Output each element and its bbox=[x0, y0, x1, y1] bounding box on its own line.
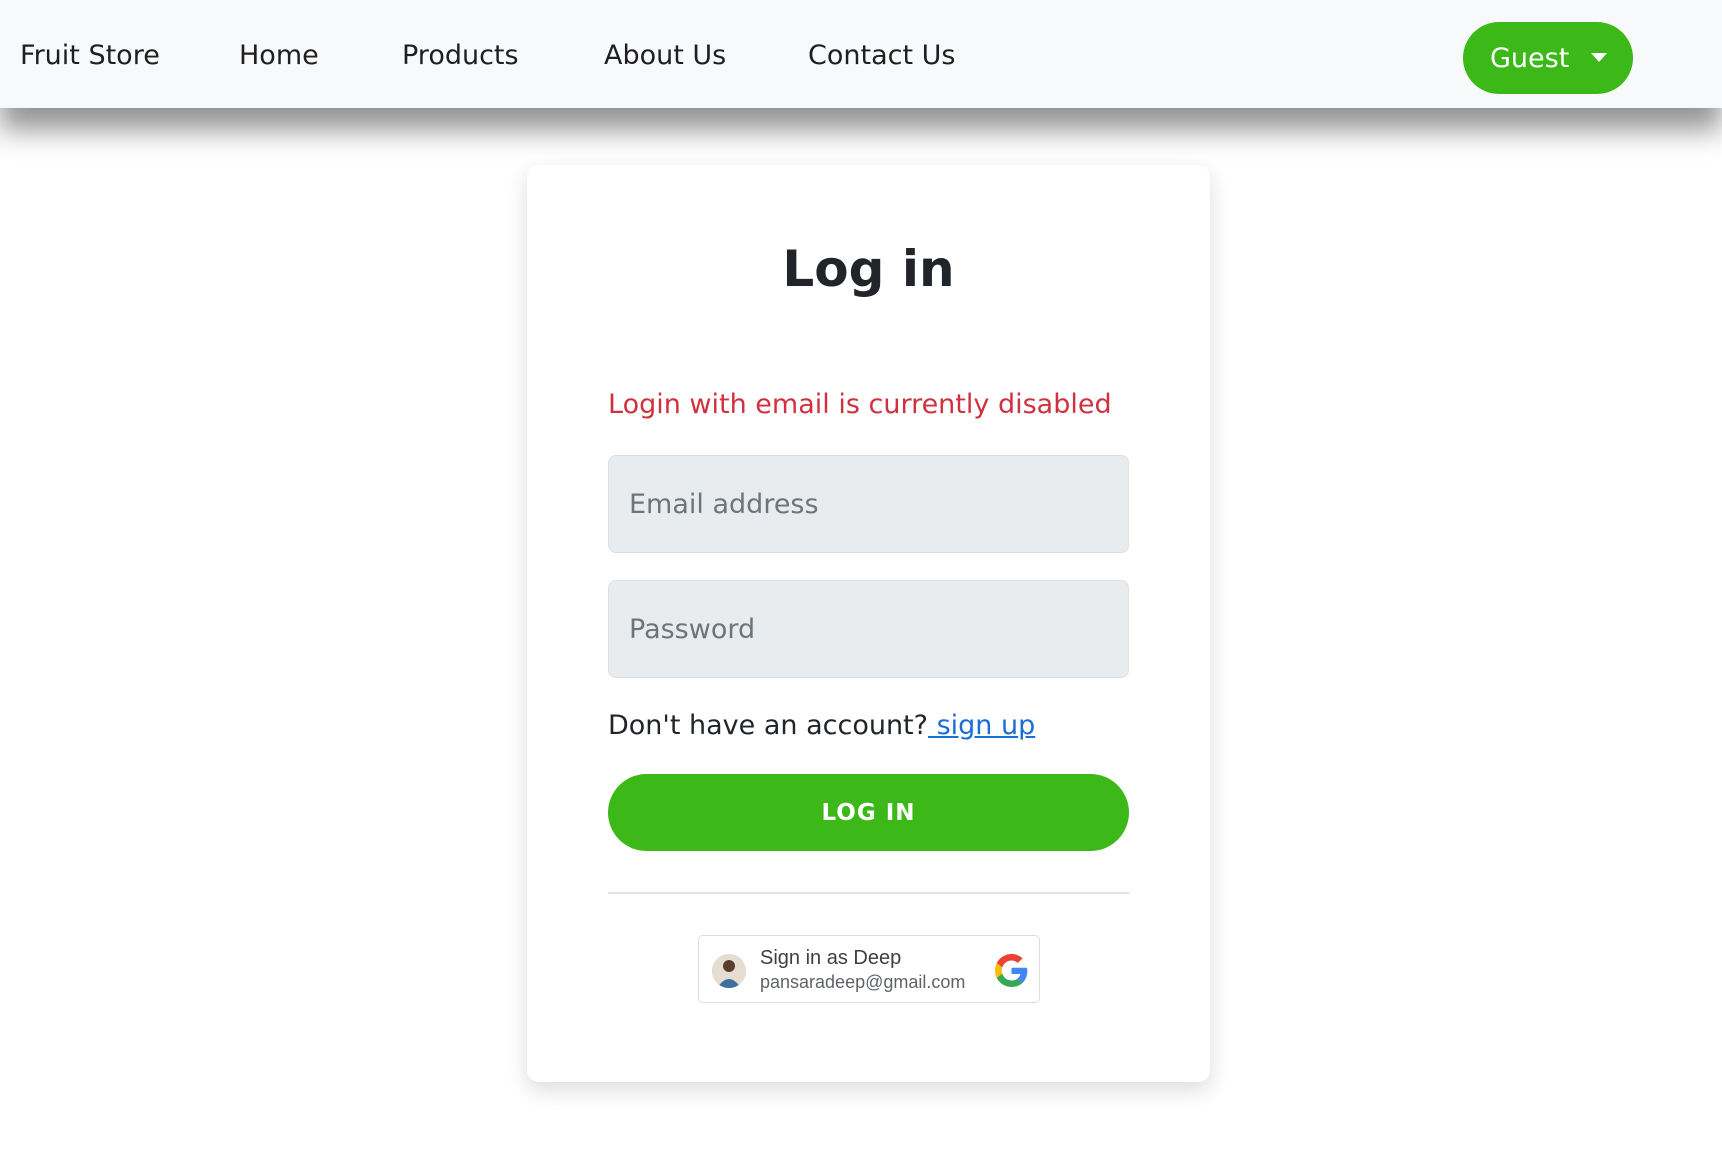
google-signin-email: pansaradeep@gmail.com bbox=[760, 972, 966, 992]
user-menu-dropdown-button[interactable]: Guest bbox=[1463, 22, 1633, 94]
page-title: Log in bbox=[782, 240, 955, 298]
email-field[interactable] bbox=[608, 455, 1129, 553]
top-navbar: Fruit Store Home Products About Us Conta… bbox=[0, 0, 1722, 108]
login-card: Log in Login with email is currently dis… bbox=[527, 165, 1210, 1082]
login-button[interactable]: LOG IN bbox=[608, 774, 1129, 851]
password-field[interactable] bbox=[608, 580, 1129, 678]
signup-prompt-text: Don't have an account? bbox=[608, 710, 928, 741]
nav-link-home[interactable]: Home bbox=[239, 40, 319, 71]
caret-down-icon bbox=[1591, 53, 1607, 62]
user-menu-label: Guest bbox=[1490, 42, 1570, 74]
signup-prompt-row: Don't have an account? sign up bbox=[608, 710, 1035, 741]
google-signin-title: Sign in as Deep bbox=[760, 947, 902, 969]
brand-link[interactable]: Fruit Store bbox=[20, 40, 160, 71]
nav-link-products[interactable]: Products bbox=[402, 40, 519, 71]
google-signin-button[interactable]: Sign in as Deep pansaradeep@gmail.com bbox=[698, 935, 1040, 1003]
divider bbox=[608, 892, 1129, 894]
signup-link[interactable]: sign up bbox=[928, 710, 1036, 741]
avatar bbox=[712, 954, 746, 988]
error-message: Login with email is currently disabled bbox=[608, 389, 1112, 420]
nav-link-contact-us[interactable]: Contact Us bbox=[808, 40, 955, 71]
google-g-icon bbox=[995, 954, 1028, 987]
nav-link-about-us[interactable]: About Us bbox=[604, 40, 726, 71]
